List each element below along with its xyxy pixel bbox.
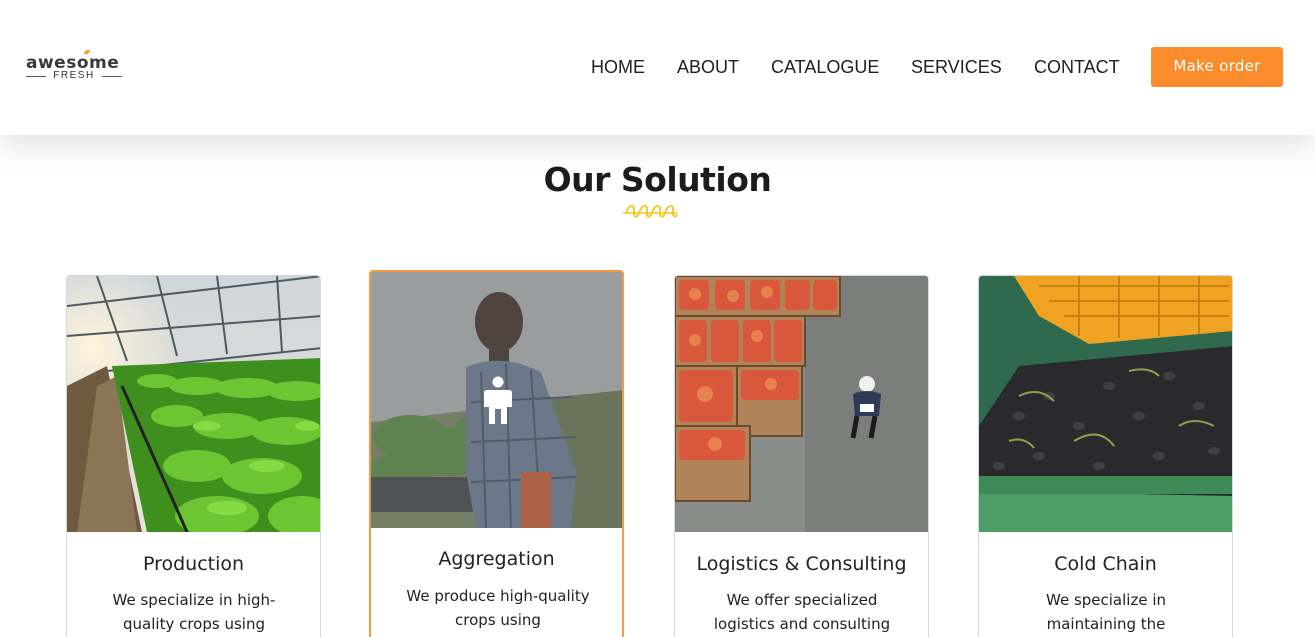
card-title: Aggregation (438, 548, 555, 570)
nav-home[interactable]: HOME (591, 57, 645, 77)
card-title: Logistics & Consulting (696, 553, 907, 575)
solution-card-production[interactable]: Production We specialize in high-quality… (66, 275, 321, 637)
card-description: We offer specialized logistics and consu… (713, 591, 891, 633)
nav-about[interactable]: ABOUT (677, 57, 739, 77)
nav-catalogue[interactable]: CATALOGUE (771, 57, 879, 77)
card-description: We specialize in high-quality crops usin… (112, 591, 276, 633)
site-header: awesome FRESH HOME ABOUT CATALOGUE SERVI… (0, 0, 1315, 135)
greenhouse-lettuce-photo (67, 276, 320, 532)
brand-logo[interactable]: awesome FRESH (26, 50, 124, 83)
title-squiggle-divider (623, 205, 678, 218)
solution-card-cold-chain[interactable]: Cold Chain We specialize in maintaining … (978, 275, 1233, 637)
farmer-with-greens-photo (371, 272, 622, 528)
make-order-button[interactable]: Make order (1151, 47, 1283, 87)
solution-card-logistics[interactable]: Logistics & Consulting We offer speciali… (674, 275, 929, 637)
section-title: Our Solution (543, 160, 772, 199)
card-title: Cold Chain (1054, 553, 1157, 575)
nav-contact[interactable]: CONTACT (1034, 57, 1120, 77)
warehouse-apple-crates-photo (675, 276, 928, 532)
nav-services[interactable]: SERVICES (911, 57, 1002, 77)
card-description: We produce high-quality crops using (406, 587, 590, 629)
card-description: We specialize in maintaining the (1046, 591, 1166, 633)
solution-card-aggregation[interactable]: Aggregation We produce high-quality crop… (369, 270, 624, 637)
person-icon (484, 376, 512, 424)
olives-in-crate-photo (979, 276, 1232, 532)
logo-rule-right (102, 76, 122, 77)
card-title: Production (142, 553, 245, 575)
